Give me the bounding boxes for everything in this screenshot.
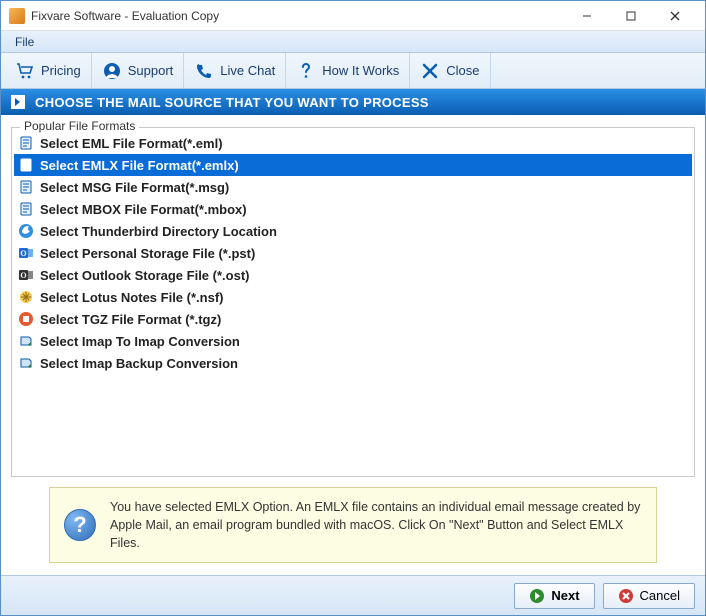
tbird-icon: [18, 223, 34, 239]
format-option[interactable]: Select Imap Backup Conversion: [14, 352, 692, 374]
next-button[interactable]: Next: [514, 583, 594, 609]
toolbar-howitworks[interactable]: How It Works: [286, 53, 410, 88]
window-title: Fixvare Software - Evaluation Copy: [31, 9, 565, 23]
banner-arrow-icon: [11, 95, 25, 109]
question-icon: [296, 61, 316, 81]
toolbar-livechat[interactable]: Live Chat: [184, 53, 286, 88]
format-option[interactable]: O Select Outlook Storage File (*.ost): [14, 264, 692, 286]
format-option[interactable]: Select EMLX File Format(*.emlx): [14, 154, 692, 176]
format-option[interactable]: Select MSG File Format(*.msg): [14, 176, 692, 198]
format-option-label: Select EML File Format(*.eml): [40, 136, 223, 151]
svg-text:O: O: [20, 271, 26, 280]
toolbar-support-label: Support: [128, 63, 174, 78]
toolbar-livechat-label: Live Chat: [220, 63, 275, 78]
tgz-icon: [18, 311, 34, 327]
format-option-label: Select Outlook Storage File (*.ost): [40, 268, 249, 283]
info-box: ? You have selected EMLX Option. An EMLX…: [49, 487, 657, 563]
menu-file[interactable]: File: [7, 33, 42, 51]
formats-fieldset: Popular File Formats Select EML File For…: [11, 127, 695, 477]
imap-icon: [18, 355, 34, 371]
format-option-label: Select MSG File Format(*.msg): [40, 180, 229, 195]
format-option-label: Select MBOX File Format(*.mbox): [40, 202, 247, 217]
minimize-button[interactable]: [565, 2, 609, 30]
format-option-label: Select Imap To Imap Conversion: [40, 334, 240, 349]
close-icon: [420, 61, 440, 81]
cart-icon: [15, 61, 35, 81]
menubar: File: [1, 31, 705, 53]
formats-list: Select EML File Format(*.eml) Select EMLX…: [14, 132, 692, 374]
cancel-button-label: Cancel: [640, 588, 680, 603]
footer: Next Cancel: [1, 575, 705, 615]
imap-icon: [18, 333, 34, 349]
titlebar: Fixvare Software - Evaluation Copy: [1, 1, 705, 31]
format-option[interactable]: Select Lotus Notes File (*.nsf): [14, 286, 692, 308]
toolbar-pricing-label: Pricing: [41, 63, 81, 78]
file-white-icon: [18, 157, 34, 173]
toolbar: Pricing Support Live Chat How It Works C…: [1, 53, 705, 89]
outlook-icon: O: [18, 245, 34, 261]
content-area: Popular File Formats Select EML File For…: [1, 115, 705, 575]
format-option[interactable]: Select Imap To Imap Conversion: [14, 330, 692, 352]
format-option-label: Select Thunderbird Directory Location: [40, 224, 277, 239]
format-option[interactable]: Select Thunderbird Directory Location: [14, 220, 692, 242]
format-option[interactable]: Select MBOX File Format(*.mbox): [14, 198, 692, 220]
info-text: You have selected EMLX Option. An EMLX f…: [110, 498, 642, 552]
toolbar-pricing[interactable]: Pricing: [5, 53, 92, 88]
format-option[interactable]: Select TGZ File Format (*.tgz): [14, 308, 692, 330]
toolbar-howitworks-label: How It Works: [322, 63, 399, 78]
next-button-label: Next: [551, 588, 579, 603]
format-option[interactable]: Select EML File Format(*.eml): [14, 132, 692, 154]
format-option-label: Select Personal Storage File (*.pst): [40, 246, 255, 261]
format-option-label: Select Imap Backup Conversion: [40, 356, 238, 371]
file-blue-icon: [18, 135, 34, 151]
lotus-icon: [18, 289, 34, 305]
format-option-label: Select Lotus Notes File (*.nsf): [40, 290, 223, 305]
info-icon: ?: [64, 509, 96, 541]
outlook-dark-icon: O: [18, 267, 34, 283]
format-option-label: Select TGZ File Format (*.tgz): [40, 312, 221, 327]
banner: CHOOSE THE MAIL SOURCE THAT YOU WANT TO …: [1, 89, 705, 115]
next-arrow-icon: [529, 588, 545, 604]
banner-text: CHOOSE THE MAIL SOURCE THAT YOU WANT TO …: [35, 95, 429, 110]
cancel-button[interactable]: Cancel: [603, 583, 695, 609]
file-blue-icon: [18, 179, 34, 195]
toolbar-close[interactable]: Close: [410, 53, 490, 88]
app-window: Fixvare Software - Evaluation Copy File …: [0, 0, 706, 616]
toolbar-close-label: Close: [446, 63, 479, 78]
app-icon: [9, 8, 25, 24]
cancel-icon: [618, 588, 634, 604]
support-icon: [102, 61, 122, 81]
format-option[interactable]: O Select Personal Storage File (*.pst): [14, 242, 692, 264]
close-window-button[interactable]: [653, 2, 697, 30]
format-option-label: Select EMLX File Format(*.emlx): [40, 158, 239, 173]
formats-legend: Popular File Formats: [20, 119, 139, 133]
maximize-button[interactable]: [609, 2, 653, 30]
file-blue-icon: [18, 201, 34, 217]
phone-icon: [194, 61, 214, 81]
svg-text:O: O: [20, 249, 26, 258]
toolbar-support[interactable]: Support: [92, 53, 185, 88]
